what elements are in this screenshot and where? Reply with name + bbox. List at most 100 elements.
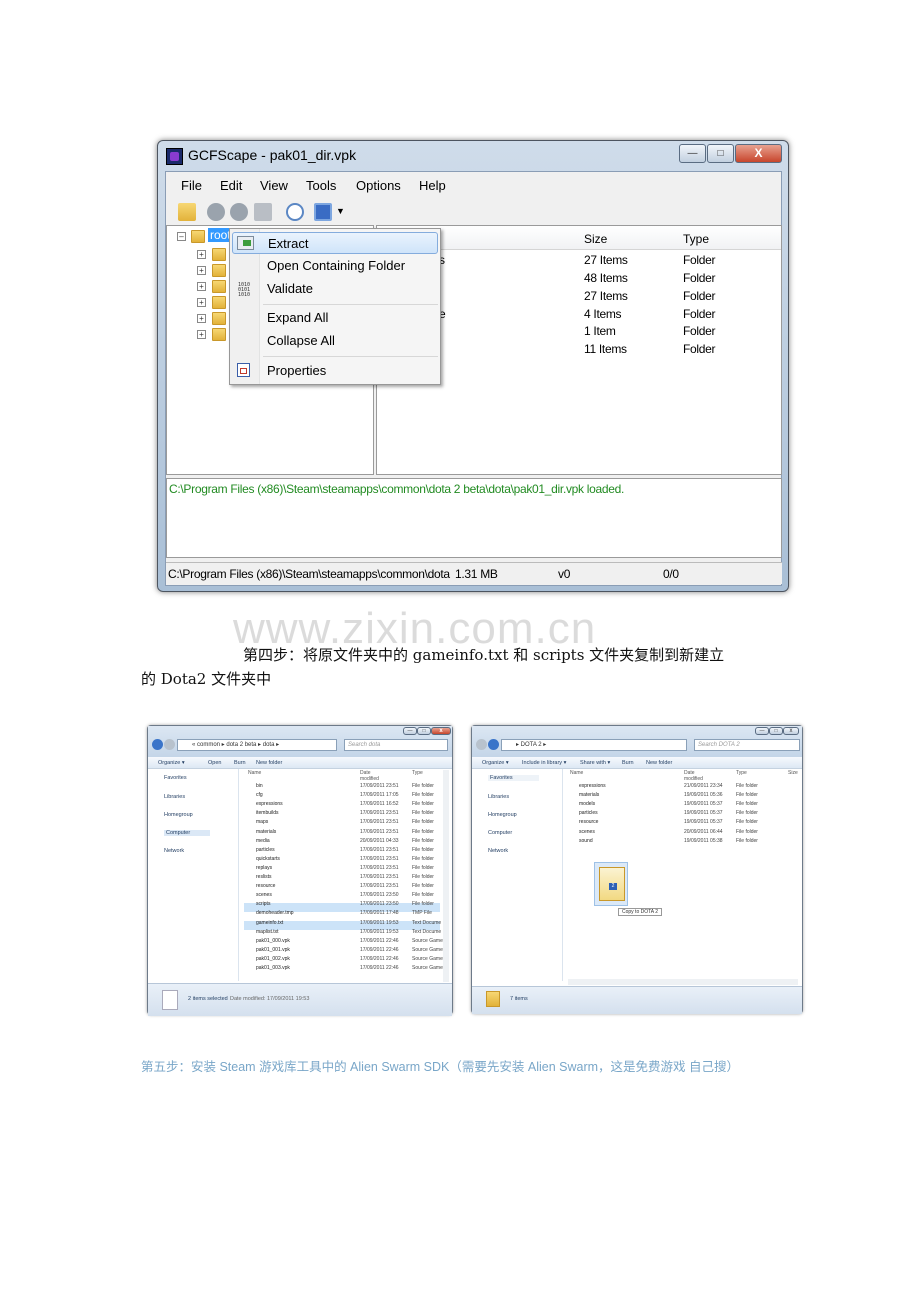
column-type[interactable]: Type bbox=[412, 770, 423, 776]
file-row[interactable]: itembuilds 17/09/2011 23:51 File folder bbox=[256, 809, 446, 818]
menu-edit[interactable]: Edit bbox=[220, 178, 242, 193]
menu-file[interactable]: File bbox=[181, 178, 202, 193]
file-row[interactable]: models 19/09/2011 05:37 File folder bbox=[579, 800, 779, 809]
column-type[interactable]: Type bbox=[683, 232, 709, 246]
forward-icon[interactable] bbox=[488, 739, 499, 750]
file-row[interactable]: expressions 21/09/2011 23:34 File folder bbox=[579, 782, 779, 791]
file-row[interactable]: pak01_001.vpk 17/09/2011 22:46 Source Game bbox=[256, 946, 446, 955]
nav-network[interactable]: Network bbox=[488, 848, 508, 854]
close-button[interactable]: x bbox=[783, 727, 799, 735]
nav-homegroup[interactable]: Homegroup bbox=[164, 812, 193, 818]
chevron-down-icon[interactable]: ▼ bbox=[336, 206, 345, 216]
back-icon[interactable] bbox=[152, 739, 163, 750]
expand-icon[interactable]: + bbox=[197, 330, 206, 339]
file-row[interactable]: materials 19/09/2011 05:36 File folder bbox=[579, 791, 779, 800]
file-row[interactable]: resource 19/09/2011 05:37 File folder bbox=[579, 818, 779, 827]
file-row[interactable]: quickstarts 17/09/2011 23:51 File folder bbox=[256, 855, 446, 864]
view-mode-icon[interactable] bbox=[314, 203, 332, 221]
menu-help[interactable]: Help bbox=[419, 178, 446, 193]
maximize-button[interactable]: □ bbox=[417, 727, 431, 735]
address-bar[interactable]: ▸ DOTA 2 ▸ bbox=[501, 739, 687, 751]
expand-icon[interactable]: + bbox=[197, 298, 206, 307]
minimize-button[interactable]: — bbox=[679, 144, 706, 163]
menu-view[interactable]: View bbox=[260, 178, 288, 193]
minimize-button[interactable]: — bbox=[403, 727, 417, 735]
menu-item-open-containing-folder[interactable]: Open Containing Folder bbox=[232, 255, 438, 277]
scrollbar[interactable] bbox=[443, 770, 449, 982]
file-row[interactable]: particles 17/09/2011 23:51 File folder bbox=[256, 846, 446, 855]
share-with-button[interactable]: Share with ▾ bbox=[580, 760, 610, 766]
file-row[interactable]: demoheader.tmp 17/09/2011 17:48 TMP File bbox=[256, 909, 446, 918]
up-folder-icon[interactable] bbox=[254, 203, 272, 221]
file-row[interactable]: pak01_003.vpk 17/09/2011 22:46 Source Game bbox=[256, 964, 446, 972]
file-row[interactable]: pak01_002.vpk 17/09/2011 22:46 Source Game bbox=[256, 955, 446, 964]
back-icon[interactable] bbox=[207, 203, 225, 221]
column-name[interactable]: Name bbox=[570, 770, 583, 776]
file-row[interactable]: media 20/09/2011 04:33 File folder bbox=[256, 837, 446, 846]
file-row[interactable]: expressions 17/09/2011 16:52 File folder bbox=[256, 800, 446, 809]
search-input[interactable]: Search DOTA 2 bbox=[694, 739, 800, 751]
search-input[interactable]: Search dota bbox=[344, 739, 448, 751]
burn-button[interactable]: Burn bbox=[622, 760, 634, 766]
close-button[interactable]: X bbox=[735, 144, 782, 163]
nav-libraries[interactable]: Libraries bbox=[488, 794, 509, 800]
nav-network[interactable]: Network bbox=[164, 848, 184, 854]
menu-item-collapse-all[interactable]: Collapse All bbox=[232, 330, 438, 352]
maximize-button[interactable]: □ bbox=[707, 144, 734, 163]
menu-item-validate[interactable]: 1010 0101 1010 Validate bbox=[232, 278, 438, 300]
nav-computer[interactable]: Computer bbox=[488, 830, 512, 836]
nav-favorites[interactable]: Favorites bbox=[164, 775, 187, 781]
column-date[interactable]: Date modified bbox=[684, 770, 703, 782]
file-row[interactable]: scripts 17/09/2011 23:50 File folder bbox=[256, 900, 446, 909]
column-date[interactable]: Date modified bbox=[360, 770, 379, 782]
close-button[interactable]: x bbox=[431, 727, 451, 735]
file-row[interactable]: resource 17/09/2011 23:51 File folder bbox=[256, 882, 446, 891]
file-row[interactable]: maplist.txt 17/09/2011 19:53 Text Docume bbox=[256, 928, 446, 937]
organize-button[interactable]: Organize ▾ bbox=[482, 760, 509, 766]
collapse-icon[interactable]: – bbox=[177, 232, 186, 241]
column-type[interactable]: Type bbox=[736, 770, 747, 776]
file-row[interactable]: gameinfo.txt 17/09/2011 19:53 Text Docume bbox=[256, 919, 446, 928]
menu-item-expand-all[interactable]: Expand All bbox=[232, 307, 438, 329]
expand-icon[interactable]: + bbox=[197, 282, 206, 291]
nav-computer[interactable]: Computer bbox=[164, 830, 211, 836]
include-in-library-button[interactable]: Include in library ▾ bbox=[522, 760, 566, 766]
menu-options[interactable]: Options bbox=[356, 178, 401, 193]
file-row[interactable]: particles 19/09/2011 05:37 File folder bbox=[579, 809, 779, 818]
column-name[interactable]: Name bbox=[248, 770, 261, 776]
nav-homegroup[interactable]: Homegroup bbox=[488, 812, 517, 818]
address-bar[interactable]: « common ▸ dota 2 beta ▸ dota ▸ bbox=[177, 739, 337, 751]
file-row[interactable]: bin 17/09/2011 23:51 File folder bbox=[256, 782, 446, 791]
file-row[interactable]: reslists 17/09/2011 23:51 File folder bbox=[256, 873, 446, 882]
open-folder-icon[interactable] bbox=[178, 203, 196, 221]
expand-icon[interactable]: + bbox=[197, 314, 206, 323]
file-row[interactable]: scenes 20/09/2011 06:44 File folder bbox=[579, 828, 779, 837]
file-list[interactable]: bin 17/09/2011 23:51 File folder cfg 17/09/2… bbox=[256, 782, 446, 972]
forward-icon[interactable] bbox=[230, 203, 248, 221]
new-folder-button[interactable]: New folder bbox=[256, 760, 282, 766]
menu-item-extract[interactable]: Extract bbox=[232, 232, 438, 254]
nav-favorites[interactable]: Favorites bbox=[488, 775, 539, 781]
open-button[interactable]: Open bbox=[208, 760, 221, 766]
organize-button[interactable]: Organize ▾ bbox=[158, 760, 185, 766]
search-icon[interactable] bbox=[286, 203, 304, 221]
burn-button[interactable]: Burn bbox=[234, 760, 246, 766]
nav-libraries[interactable]: Libraries bbox=[164, 794, 185, 800]
file-row[interactable]: replays 17/09/2011 23:51 File folder bbox=[256, 864, 446, 873]
file-row[interactable]: sound 19/09/2011 05:38 File folder bbox=[579, 837, 779, 846]
minimize-button[interactable]: — bbox=[755, 727, 769, 735]
column-size[interactable]: Size bbox=[584, 232, 607, 246]
horizontal-scrollbar[interactable] bbox=[568, 979, 798, 985]
menu-item-properties[interactable]: Properties bbox=[232, 360, 438, 382]
file-row[interactable]: scenes 17/09/2011 23:50 File folder bbox=[256, 891, 446, 900]
expand-icon[interactable]: + bbox=[197, 250, 206, 259]
file-row[interactable]: materials 17/09/2011 23:51 File folder bbox=[256, 828, 446, 837]
forward-icon[interactable] bbox=[164, 739, 175, 750]
file-row[interactable]: maps 17/09/2011 23:51 File folder bbox=[256, 818, 446, 827]
maximize-button[interactable]: □ bbox=[769, 727, 783, 735]
file-row[interactable]: cfg 17/09/2011 17:05 File folder bbox=[256, 791, 446, 800]
back-icon[interactable] bbox=[476, 739, 487, 750]
menu-tools[interactable]: Tools bbox=[306, 178, 336, 193]
new-folder-button[interactable]: New folder bbox=[646, 760, 672, 766]
column-size[interactable]: Size bbox=[788, 770, 798, 776]
